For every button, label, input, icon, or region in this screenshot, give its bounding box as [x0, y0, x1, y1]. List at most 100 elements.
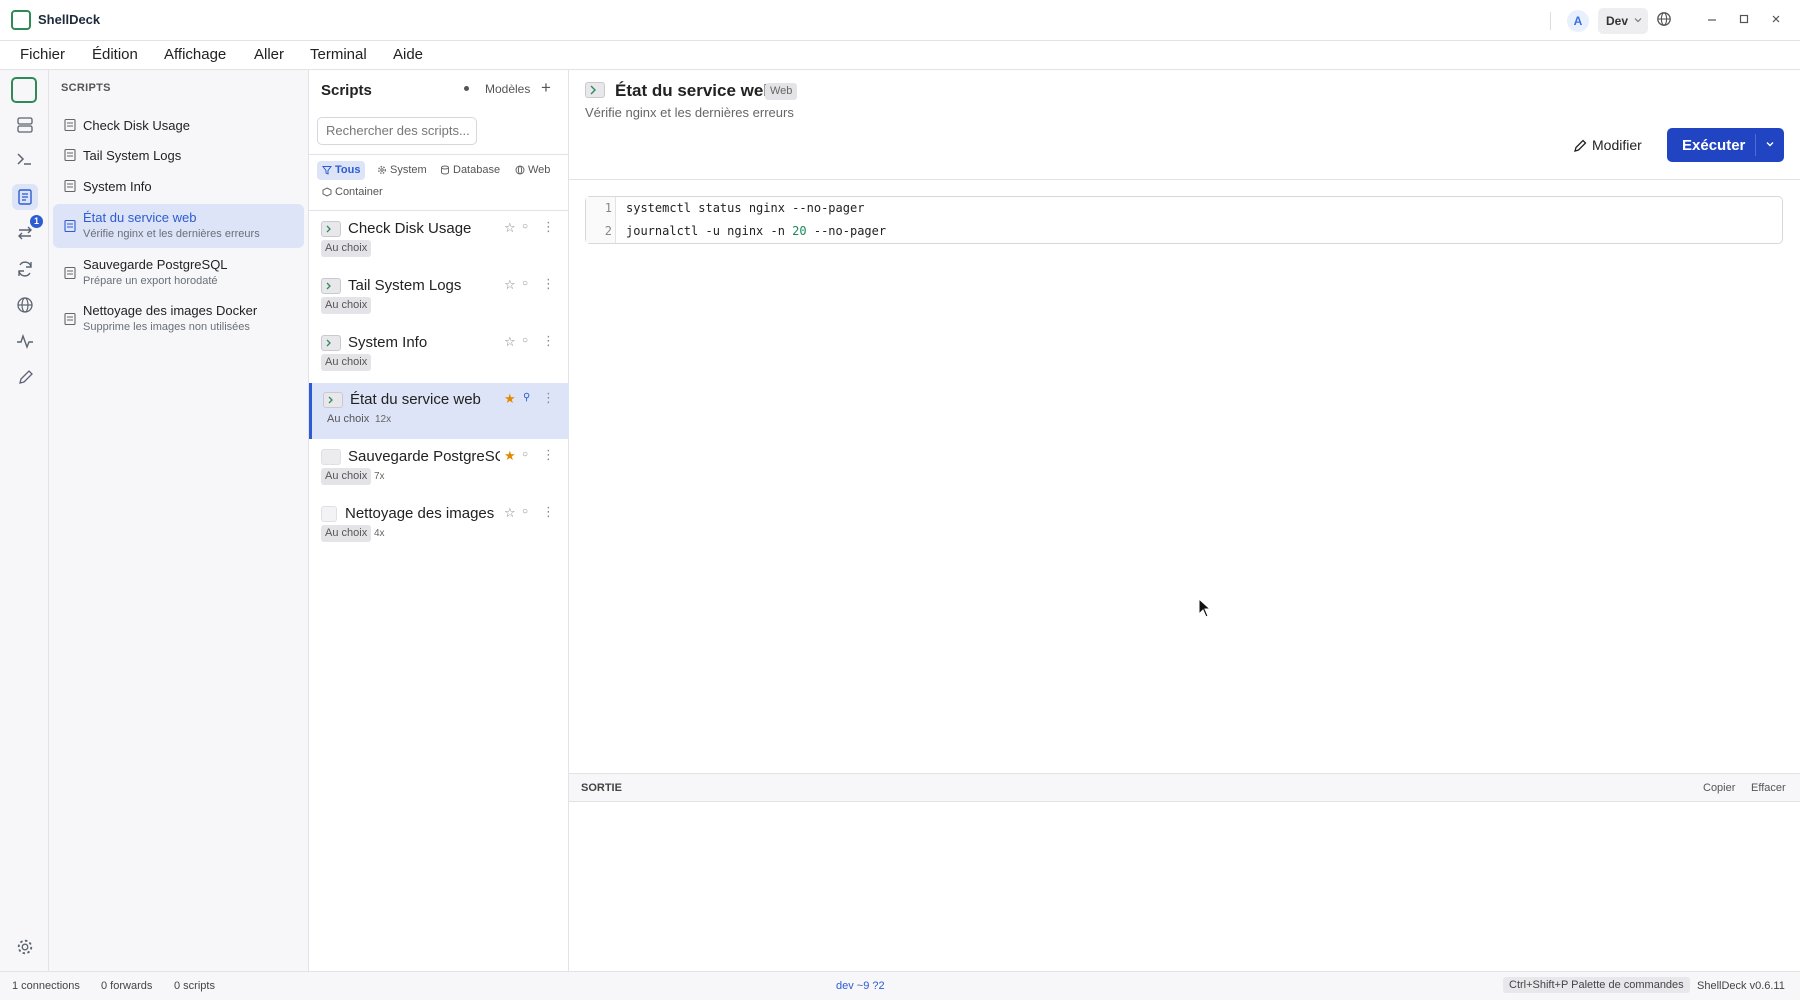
output-area[interactable] — [569, 803, 1800, 971]
code-line: systemctl status nginx --no-pager — [626, 201, 865, 215]
status-version: ShellDeck v0.6.11 — [1697, 980, 1785, 992]
script-detail-panel: État du service web Web Vérifie nginx et… — [569, 70, 1800, 971]
more-options-icon[interactable]: ⋮ — [542, 219, 555, 235]
pin-icon[interactable]: ○ — [522, 449, 528, 460]
script-row-tail-system-logs[interactable]: Tail System Logs Au choix ☆ ○ ⋮ — [309, 269, 569, 325]
favorite-star-icon[interactable]: ☆ — [504, 220, 516, 236]
filter-chip-database[interactable]: Database — [435, 161, 505, 180]
sidebar-item-check-disk-usage[interactable]: Check Disk Usage — [53, 112, 304, 138]
sidebar-item-label: État du service web — [83, 210, 197, 225]
favorite-star-icon[interactable]: ☆ — [504, 277, 516, 293]
category-badge: Web — [765, 83, 798, 100]
app-title: ShellDeck — [38, 12, 101, 27]
pin-icon[interactable]: ○ — [522, 278, 528, 289]
menu-aide[interactable]: Aide — [393, 46, 423, 63]
menu-terminal[interactable]: Terminal — [310, 46, 367, 63]
status-git-branch[interactable]: dev ~9 ?2 — [836, 980, 885, 992]
output-header: SORTIE Copier Effacer — [569, 773, 1800, 802]
filter-chip-container[interactable]: Container — [317, 183, 388, 202]
favorite-star-icon[interactable]: ☆ — [504, 334, 516, 350]
pin-icon[interactable]: ○ — [522, 335, 528, 346]
pin-icon[interactable]: ○ — [522, 221, 528, 232]
add-script-button[interactable]: + — [541, 78, 551, 98]
globe-icon[interactable] — [1656, 11, 1676, 31]
script-icon — [321, 449, 341, 465]
script-name: System Info — [348, 334, 428, 351]
script-icon — [63, 118, 77, 132]
title-bar: ShellDeck A Dev — [0, 0, 1800, 41]
menu-aller[interactable]: Aller — [254, 46, 284, 63]
pin-icon[interactable]: ○ — [522, 506, 528, 517]
activity-bar: 1 — [0, 70, 49, 971]
scripts-icon[interactable] — [12, 184, 38, 210]
copy-output-button[interactable]: Copier — [1703, 782, 1735, 794]
globe-nav-icon[interactable] — [12, 292, 38, 318]
settings-gear-icon[interactable] — [12, 934, 38, 960]
menu-edition[interactable]: Édition — [92, 46, 138, 63]
script-row-check-disk-usage[interactable]: Check Disk Usage Au choix ☆ ○ ⋮ — [309, 212, 569, 268]
script-mode-tag: Au choix — [321, 525, 372, 542]
more-options-icon[interactable]: ⋮ — [542, 333, 555, 349]
script-row-nettoyage-docker[interactable]: Nettoyage des images Docker Au choix 4x … — [309, 497, 569, 553]
command-palette-hint[interactable]: Ctrl+Shift+P Palette de commandes — [1503, 977, 1690, 993]
titlebar-divider — [1550, 12, 1551, 30]
filter-chip-web[interactable]: Web — [510, 161, 555, 180]
chevron-down-icon[interactable] — [1765, 139, 1775, 149]
more-options-icon[interactable]: ⋮ — [542, 447, 555, 463]
favorite-star-icon[interactable]: ★ — [504, 391, 516, 407]
maximize-icon[interactable] — [1736, 11, 1756, 31]
filter-chip-label: Tous — [335, 164, 361, 176]
line-number: 2 — [604, 224, 612, 238]
script-mode-tag: Au choix — [321, 297, 372, 314]
filter-chip-tous[interactable]: Tous — [317, 161, 366, 180]
menu-affichage[interactable]: Affichage — [164, 46, 226, 63]
more-options-icon[interactable]: ⋮ — [542, 504, 555, 520]
environment-select[interactable]: Dev — [1598, 8, 1648, 34]
script-icon — [63, 179, 77, 193]
script-row-etat-service-web[interactable]: État du service web Au choix 12x ★ ⚲ ⋮ — [309, 383, 569, 439]
terminal-prompt-icon[interactable] — [12, 146, 38, 172]
filter-chip-system[interactable]: System — [372, 161, 432, 180]
script-mode-tag: Au choix — [321, 240, 372, 257]
sidebar-item-sauvegarde-postgresql[interactable]: Sauvegarde PostgreSQL Prépare un export … — [53, 251, 304, 295]
menu-fichier[interactable]: Fichier — [20, 46, 65, 63]
transfer-icon[interactable] — [12, 220, 38, 246]
minimize-icon[interactable] — [1704, 11, 1724, 31]
pencil-icon[interactable] — [12, 364, 38, 390]
more-options-icon[interactable]: ⋮ — [542, 276, 555, 292]
sidebar-item-tail-system-logs[interactable]: Tail System Logs — [53, 142, 304, 168]
run-button[interactable]: Exécuter — [1667, 128, 1784, 162]
sidebar-item-etat-service-web[interactable]: État du service web Vérifie nginx et les… — [53, 204, 304, 248]
edit-button[interactable]: Modifier — [1561, 128, 1656, 162]
favorite-star-icon[interactable]: ★ — [504, 448, 516, 464]
close-icon[interactable] — [1768, 11, 1788, 31]
sidebar-item-label: System Info — [83, 179, 152, 194]
code-number: 20 — [792, 224, 807, 238]
sync-icon[interactable] — [12, 256, 38, 282]
line-gutter: 1 2 — [586, 197, 616, 243]
sidebar-item-system-info[interactable]: System Info — [53, 173, 304, 199]
sidebar-item-description: Supprime les images non utilisées — [83, 321, 250, 333]
code-editor[interactable]: 1 2 systemctl status nginx --no-pager jo… — [585, 196, 1783, 244]
favorite-star-icon[interactable]: ☆ — [504, 505, 516, 521]
script-row-sauvegarde-postgresql[interactable]: Sauvegarde PostgreSQL Au choix 7x ★ ○ ⋮ — [309, 440, 569, 496]
sidebar-item-description: Prépare un export horodaté — [83, 275, 218, 287]
run-button-split — [1755, 134, 1756, 156]
terminal-logo-icon[interactable] — [11, 77, 37, 103]
user-avatar[interactable]: A — [1567, 10, 1589, 32]
script-row-system-info[interactable]: System Info Au choix ☆ ○ ⋮ — [309, 326, 569, 382]
search-input[interactable]: Rechercher des scripts... — [317, 117, 477, 145]
servers-icon[interactable] — [12, 112, 38, 138]
sidebar-item-nettoyage-docker[interactable]: Nettoyage des images Docker Supprime les… — [53, 297, 304, 341]
terminal-icon — [321, 221, 341, 237]
activity-pulse-icon[interactable] — [12, 328, 38, 354]
database-icon — [441, 165, 449, 175]
clear-output-button[interactable]: Effacer — [1751, 782, 1786, 794]
more-options-icon[interactable]: ⋮ — [542, 390, 555, 406]
models-button[interactable]: Modèles — [485, 82, 530, 96]
box-icon — [322, 187, 332, 197]
pin-icon[interactable]: ⚲ — [523, 392, 530, 403]
filter-chip-label: Web — [528, 164, 551, 176]
script-icon — [63, 312, 77, 326]
divider — [309, 210, 569, 211]
